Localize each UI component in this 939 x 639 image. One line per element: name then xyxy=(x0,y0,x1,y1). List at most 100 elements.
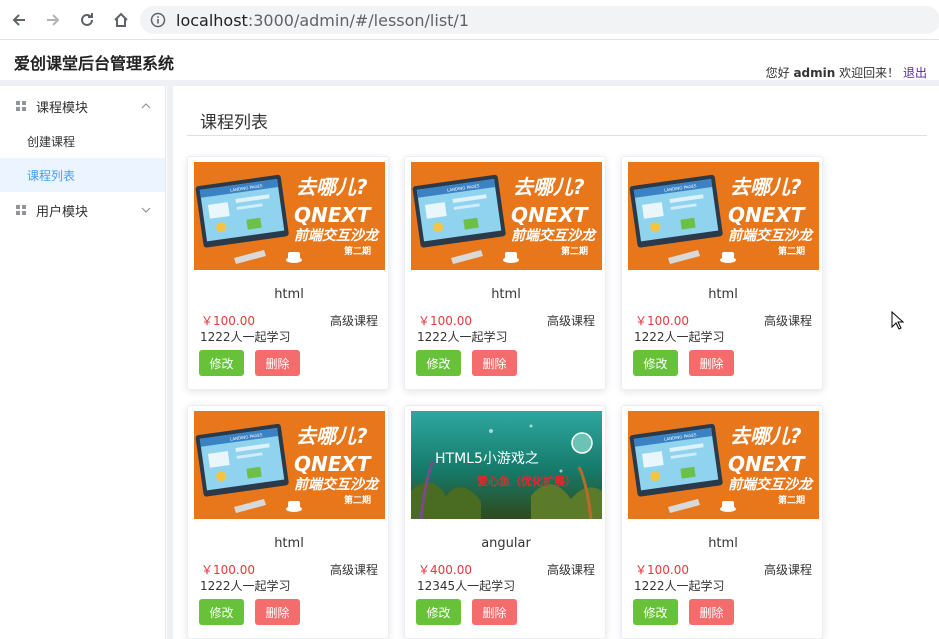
app-title: 爱创课堂后台管理系统 xyxy=(14,54,175,73)
course-banner-image: LANDING PAGES 去哪儿? QNEXT 前端交互沙龙 第二期 xyxy=(194,411,385,519)
course-card: LANDING PAGES 去哪儿? QNEXT 前端交互沙龙 第二期 html… xyxy=(621,156,823,390)
banner-brand-text: QNEXT xyxy=(294,203,372,227)
edit-button[interactable]: 修改 xyxy=(416,599,461,625)
course-price: ￥100.00 xyxy=(635,314,689,328)
delete-button[interactable]: 删除 xyxy=(689,350,734,376)
course-price: ￥100.00 xyxy=(635,563,689,577)
edit-button[interactable]: 修改 xyxy=(633,599,678,625)
course-banner-image: HTML5小游戏之 爱心鱼（优化扩展） xyxy=(411,411,602,519)
forward-icon[interactable] xyxy=(38,5,68,35)
menu-group-label: 用户模块 xyxy=(36,204,89,220)
banner-title-text: 去哪儿? xyxy=(730,175,802,199)
course-thumbnail: LANDING PAGES 去哪儿? QNEXT 前端交互沙龙 第二期 xyxy=(194,162,385,270)
main-content: 课程列表 LANDING PAGES 去哪儿? QNEXT 前端交互沙龙 第二期… xyxy=(173,86,939,639)
menu-item-create-lesson[interactable]: 创建课程 xyxy=(0,124,165,158)
course-level: 高级课程 xyxy=(546,563,595,577)
course-learners: 1222人一起学习 xyxy=(200,330,291,344)
sidebar: 课程模块 创建课程 课程列表 用户模块 xyxy=(0,86,166,639)
address-bar[interactable]: localhost:3000/admin/#/lesson/list/1 xyxy=(140,6,939,34)
banner-title-text: HTML5小游戏之 xyxy=(435,451,539,467)
banner-issue-text: 第二期 xyxy=(561,245,588,257)
back-icon[interactable] xyxy=(4,5,34,35)
course-name: html xyxy=(274,536,304,551)
course-thumbnail: LANDING PAGES 去哪儿? QNEXT 前端交互沙龙 第二期 xyxy=(194,411,385,519)
delete-button[interactable]: 删除 xyxy=(472,599,517,625)
menu-group-label: 课程模块 xyxy=(36,100,89,116)
banner-brand-text: QNEXT xyxy=(728,203,806,227)
course-banner-image: LANDING PAGES 去哪儿? QNEXT 前端交互沙龙 第二期 xyxy=(411,162,602,270)
course-name: html xyxy=(491,287,521,302)
course-level: 高级课程 xyxy=(546,314,595,328)
course-learners: 1222人一起学习 xyxy=(417,330,508,344)
reload-icon[interactable] xyxy=(72,5,102,35)
banner-title-text: 去哪儿? xyxy=(296,175,368,199)
delete-button[interactable]: 删除 xyxy=(255,599,300,625)
course-thumbnail: LANDING PAGES 去哪儿? QNEXT 前端交互沙龙 第二期 xyxy=(628,162,819,270)
course-price: ￥400.00 xyxy=(418,563,472,577)
delete-button[interactable]: 删除 xyxy=(472,350,517,376)
welcome-text: 欢迎回来！ xyxy=(839,66,900,80)
course-level: 高级课程 xyxy=(329,563,378,577)
delete-button[interactable]: 删除 xyxy=(255,350,300,376)
course-learners: 1222人一起学习 xyxy=(200,579,291,593)
course-price: ￥100.00 xyxy=(201,563,255,577)
course-name: angular xyxy=(481,536,531,551)
course-price: ￥100.00 xyxy=(201,314,255,328)
browser-toolbar: localhost:3000/admin/#/lesson/list/1 xyxy=(0,0,939,40)
course-thumbnail: LANDING PAGES 去哪儿? QNEXT 前端交互沙龙 第二期 xyxy=(628,411,819,519)
home-icon[interactable] xyxy=(106,5,136,35)
banner-title-text: 去哪儿? xyxy=(730,424,802,448)
course-card: LANDING PAGES 去哪儿? QNEXT 前端交互沙龙 第二期 html… xyxy=(187,156,389,390)
logout-link[interactable]: 退出 xyxy=(903,66,927,80)
course-thumbnail: HTML5小游戏之 爱心鱼（优化扩展） xyxy=(411,411,602,519)
banner-subtitle-text: 前端交互沙龙 xyxy=(294,227,380,244)
heading-divider xyxy=(187,135,927,136)
banner-subtitle-text: 前端交互沙龙 xyxy=(511,227,597,244)
user-info: 您好 admin 欢迎回来！ 退出 xyxy=(766,64,927,81)
course-banner-image: LANDING PAGES 去哪儿? QNEXT 前端交互沙龙 第二期 xyxy=(628,411,819,519)
course-banner-image: LANDING PAGES 去哪儿? QNEXT 前端交互沙龙 第二期 xyxy=(628,162,819,270)
course-card: LANDING PAGES 去哪儿? QNEXT 前端交互沙龙 第二期 html… xyxy=(621,405,823,639)
menu-group-lessons[interactable]: 课程模块 xyxy=(0,88,165,124)
delete-button[interactable]: 删除 xyxy=(689,599,734,625)
banner-subtitle-text: 前端交互沙龙 xyxy=(728,476,814,493)
course-thumbnail: LANDING PAGES 去哪儿? QNEXT 前端交互沙龙 第二期 xyxy=(411,162,602,270)
info-icon[interactable] xyxy=(150,12,166,28)
banner-issue-text: 第二期 xyxy=(344,245,371,257)
chevron-up-icon xyxy=(141,103,151,109)
grid-icon xyxy=(16,101,26,111)
course-learners: 1222人一起学习 xyxy=(634,330,725,344)
banner-issue-text: 第二期 xyxy=(778,494,805,506)
url-path: :3000/admin/#/lesson/list/1 xyxy=(247,10,469,30)
greeting: 您好 xyxy=(765,66,790,80)
banner-issue-text: 第二期 xyxy=(344,494,371,506)
course-banner-image: LANDING PAGES 去哪儿? QNEXT 前端交互沙龙 第二期 xyxy=(194,162,385,270)
edit-button[interactable]: 修改 xyxy=(633,350,678,376)
course-learners: 1222人一起学习 xyxy=(634,579,725,593)
app-header: 爱创课堂后台管理系统 您好 admin 欢迎回来！ 退出 xyxy=(0,40,939,80)
mouse-cursor-icon xyxy=(891,311,905,330)
course-card: HTML5小游戏之 爱心鱼（优化扩展） angular ￥400.00 高级课程… xyxy=(404,405,606,639)
banner-brand-text: QNEXT xyxy=(728,452,806,476)
username: admin xyxy=(793,66,836,80)
edit-button[interactable]: 修改 xyxy=(199,599,244,625)
course-level: 高级课程 xyxy=(329,314,378,328)
menu-group-users[interactable]: 用户模块 xyxy=(0,192,165,228)
menu-item-lesson-list[interactable]: 课程列表 xyxy=(0,158,165,192)
edit-button[interactable]: 修改 xyxy=(199,350,244,376)
banner-subtitle-text: 前端交互沙龙 xyxy=(294,476,380,493)
course-card: LANDING PAGES 去哪儿? QNEXT 前端交互沙龙 第二期 html… xyxy=(187,405,389,639)
banner-title-text: 去哪儿? xyxy=(296,424,368,448)
url-host: localhost xyxy=(176,10,248,30)
course-card: LANDING PAGES 去哪儿? QNEXT 前端交互沙龙 第二期 html… xyxy=(404,156,606,390)
course-price: ￥100.00 xyxy=(418,314,472,328)
course-level: 高级课程 xyxy=(763,314,812,328)
chevron-down-icon xyxy=(141,207,151,213)
banner-issue-text: 第二期 xyxy=(778,245,805,257)
banner-brand-text: QNEXT xyxy=(294,452,372,476)
edit-button[interactable]: 修改 xyxy=(416,350,461,376)
banner-title-text: 去哪儿? xyxy=(513,175,585,199)
banner-subtitle-text: 爱心鱼（优化扩展） xyxy=(477,474,576,488)
page-title: 课程列表 xyxy=(200,113,268,133)
course-level: 高级课程 xyxy=(763,563,812,577)
